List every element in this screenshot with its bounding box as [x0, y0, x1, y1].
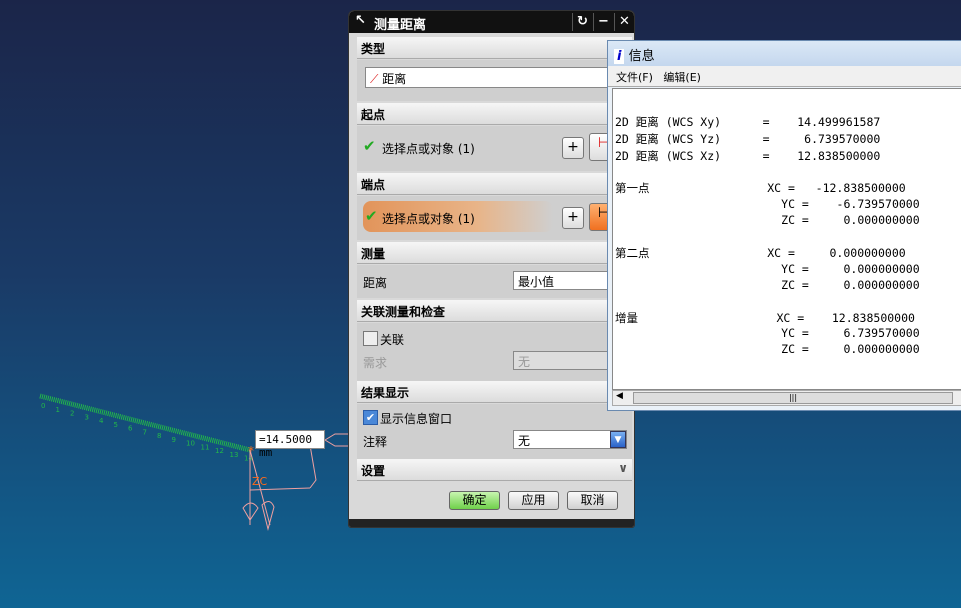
settings-label: 设置: [361, 464, 386, 478]
chevron-down-icon[interactable]: ∨: [618, 461, 628, 475]
ruler-tick-label: 11: [201, 443, 210, 451]
section-start-point[interactable]: 起点: [357, 103, 632, 125]
section-associative[interactable]: 关联测量和检查: [357, 300, 632, 322]
dialog-bottom-bar: [349, 519, 634, 527]
results-body: ✔ 显示信息窗口 注释 无 ▼: [357, 404, 632, 459]
info-window: i 信息 文件(F) 编辑(E) 2D 距离 (WCS Xy) = 14.499…: [607, 40, 961, 411]
measure-label: 距离: [363, 276, 388, 290]
start-select-point[interactable]: 选择点或对象 (1): [382, 140, 475, 157]
assoc-label: 关联: [380, 333, 405, 347]
chevron-down-icon[interactable]: ▼: [610, 431, 626, 448]
info-line: 第一点 XC = -12.838500000: [615, 181, 906, 195]
show-info-checkbox[interactable]: ✔: [363, 410, 378, 425]
dimension-label[interactable]: =14.5000 mm: [255, 430, 325, 459]
info-line: ZC = 0.000000000: [615, 278, 920, 292]
info-line: YC = -6.739570000: [615, 197, 920, 211]
info-line: YC = 6.739570000: [615, 326, 920, 340]
info-line: 2D 距离 (WCS Xz) = 12.838500000: [615, 149, 881, 163]
end-select-point[interactable]: 选择点或对象 (1): [382, 210, 475, 227]
ruler-tick-label: 4: [99, 417, 104, 425]
measure-body: 距离 最小值: [357, 265, 632, 298]
dialog-titlebar[interactable]: ↖ 测量距离 ↻ − ✕: [349, 11, 634, 33]
close-icon[interactable]: ✕: [614, 13, 634, 31]
horizontal-scrollbar[interactable]: ◀ |||: [612, 390, 961, 406]
origin-marker: *: [248, 444, 254, 458]
dialog-pin-icon[interactable]: ↖: [355, 13, 366, 28]
info-icon: i: [614, 49, 625, 64]
info-line: 第二点 XC = 0.000000000: [615, 246, 906, 260]
type-value: 距离: [382, 72, 407, 86]
info-line: ZC = 0.000000000: [615, 213, 920, 227]
section-measure[interactable]: 测量: [357, 242, 632, 264]
type-dropdown[interactable]: ⟋ 距离: [365, 67, 627, 88]
scrollbar-thumb[interactable]: |||: [633, 392, 953, 404]
info-line: 2D 距离 (WCS Xy) = 14.499961587: [615, 115, 881, 129]
check-icon: ✔: [363, 137, 376, 155]
ruler-tick-label: 3: [85, 413, 89, 421]
info-line: 2D 距离 (WCS Yz) = 6.739570000: [615, 132, 881, 146]
info-line: 增量 XC = 12.838500000: [615, 311, 915, 325]
info-line: YC = 0.000000000: [615, 262, 920, 276]
ruler-tick-label: 10: [186, 440, 195, 448]
apply-button[interactable]: 应用: [508, 491, 559, 510]
assoc-checkbox[interactable]: [363, 331, 378, 346]
check-icon: ✔: [365, 207, 378, 225]
point-dialog-icon[interactable]: +: [562, 207, 584, 229]
ruler-tick-label: 2: [70, 410, 74, 418]
scroll-left-icon[interactable]: ◀: [616, 391, 623, 401]
assoc-body: 关联 需求 无: [357, 323, 632, 381]
ruler-tick-label: 9: [172, 436, 176, 444]
annotation-value: 无: [518, 434, 531, 448]
point-dialog-icon[interactable]: +: [562, 137, 584, 159]
type-body: ⟋ 距离: [357, 60, 632, 101]
section-results[interactable]: 结果显示: [357, 381, 632, 403]
ok-button[interactable]: 确定: [449, 491, 500, 510]
section-type[interactable]: 类型: [357, 37, 632, 59]
menu-file[interactable]: 文件(F): [616, 71, 653, 84]
dialog-title: 测量距离: [374, 18, 427, 33]
section-settings[interactable]: 设置 ∨: [357, 459, 632, 481]
start-body: ✔ 选择点或对象 (1) + ⊢: [357, 126, 632, 171]
menu-edit[interactable]: 编辑(E): [663, 71, 701, 84]
info-text-area[interactable]: 2D 距离 (WCS Xy) = 14.499961587 2D 距离 (WCS …: [612, 88, 961, 390]
ruler-tick-label: 1: [56, 406, 60, 414]
ruler-tick-label: 6: [128, 425, 133, 433]
ruler-tick-label: 8: [157, 432, 161, 440]
annotation-label: 注释: [363, 435, 388, 449]
ruler-ticks: 0 1 2 3 4 5 6 7 8 9 10 11 12 13 14: [41, 402, 253, 463]
info-titlebar[interactable]: i 信息: [608, 41, 961, 66]
ruler-tick-label: 13: [230, 451, 239, 459]
end-body: ✔ 选择点或对象 (1) + ⊢: [357, 196, 632, 240]
annotation-dropdown[interactable]: 无 ▼: [513, 430, 627, 449]
cancel-button[interactable]: 取消: [567, 491, 618, 510]
ruler-tick-label: 5: [114, 421, 118, 429]
info-line: ZC = 0.000000000: [615, 342, 920, 356]
measure-distance-dialog: ↖ 测量距离 ↻ − ✕ 类型 ⟋ 距离 起点 ✔ 选择点或对象 (1) + ⊢…: [348, 10, 635, 528]
info-title: 信息: [628, 49, 655, 64]
ruler-tick-label: 7: [143, 428, 147, 436]
info-menubar: 文件(F) 编辑(E): [608, 66, 961, 87]
ruler-tick-label: 0: [41, 402, 45, 410]
distance-icon: ⟋: [370, 72, 379, 86]
reset-icon[interactable]: ↻: [572, 13, 592, 31]
ruler-tick-label: 12: [215, 447, 224, 455]
section-end-point[interactable]: 端点: [357, 173, 632, 195]
ruler-line: [39, 393, 251, 453]
show-info-label: 显示信息窗口: [380, 412, 453, 426]
requirement-label: 需求: [363, 356, 388, 370]
minimize-icon[interactable]: −: [593, 13, 613, 31]
wcs-label: ZC: [252, 475, 268, 488]
